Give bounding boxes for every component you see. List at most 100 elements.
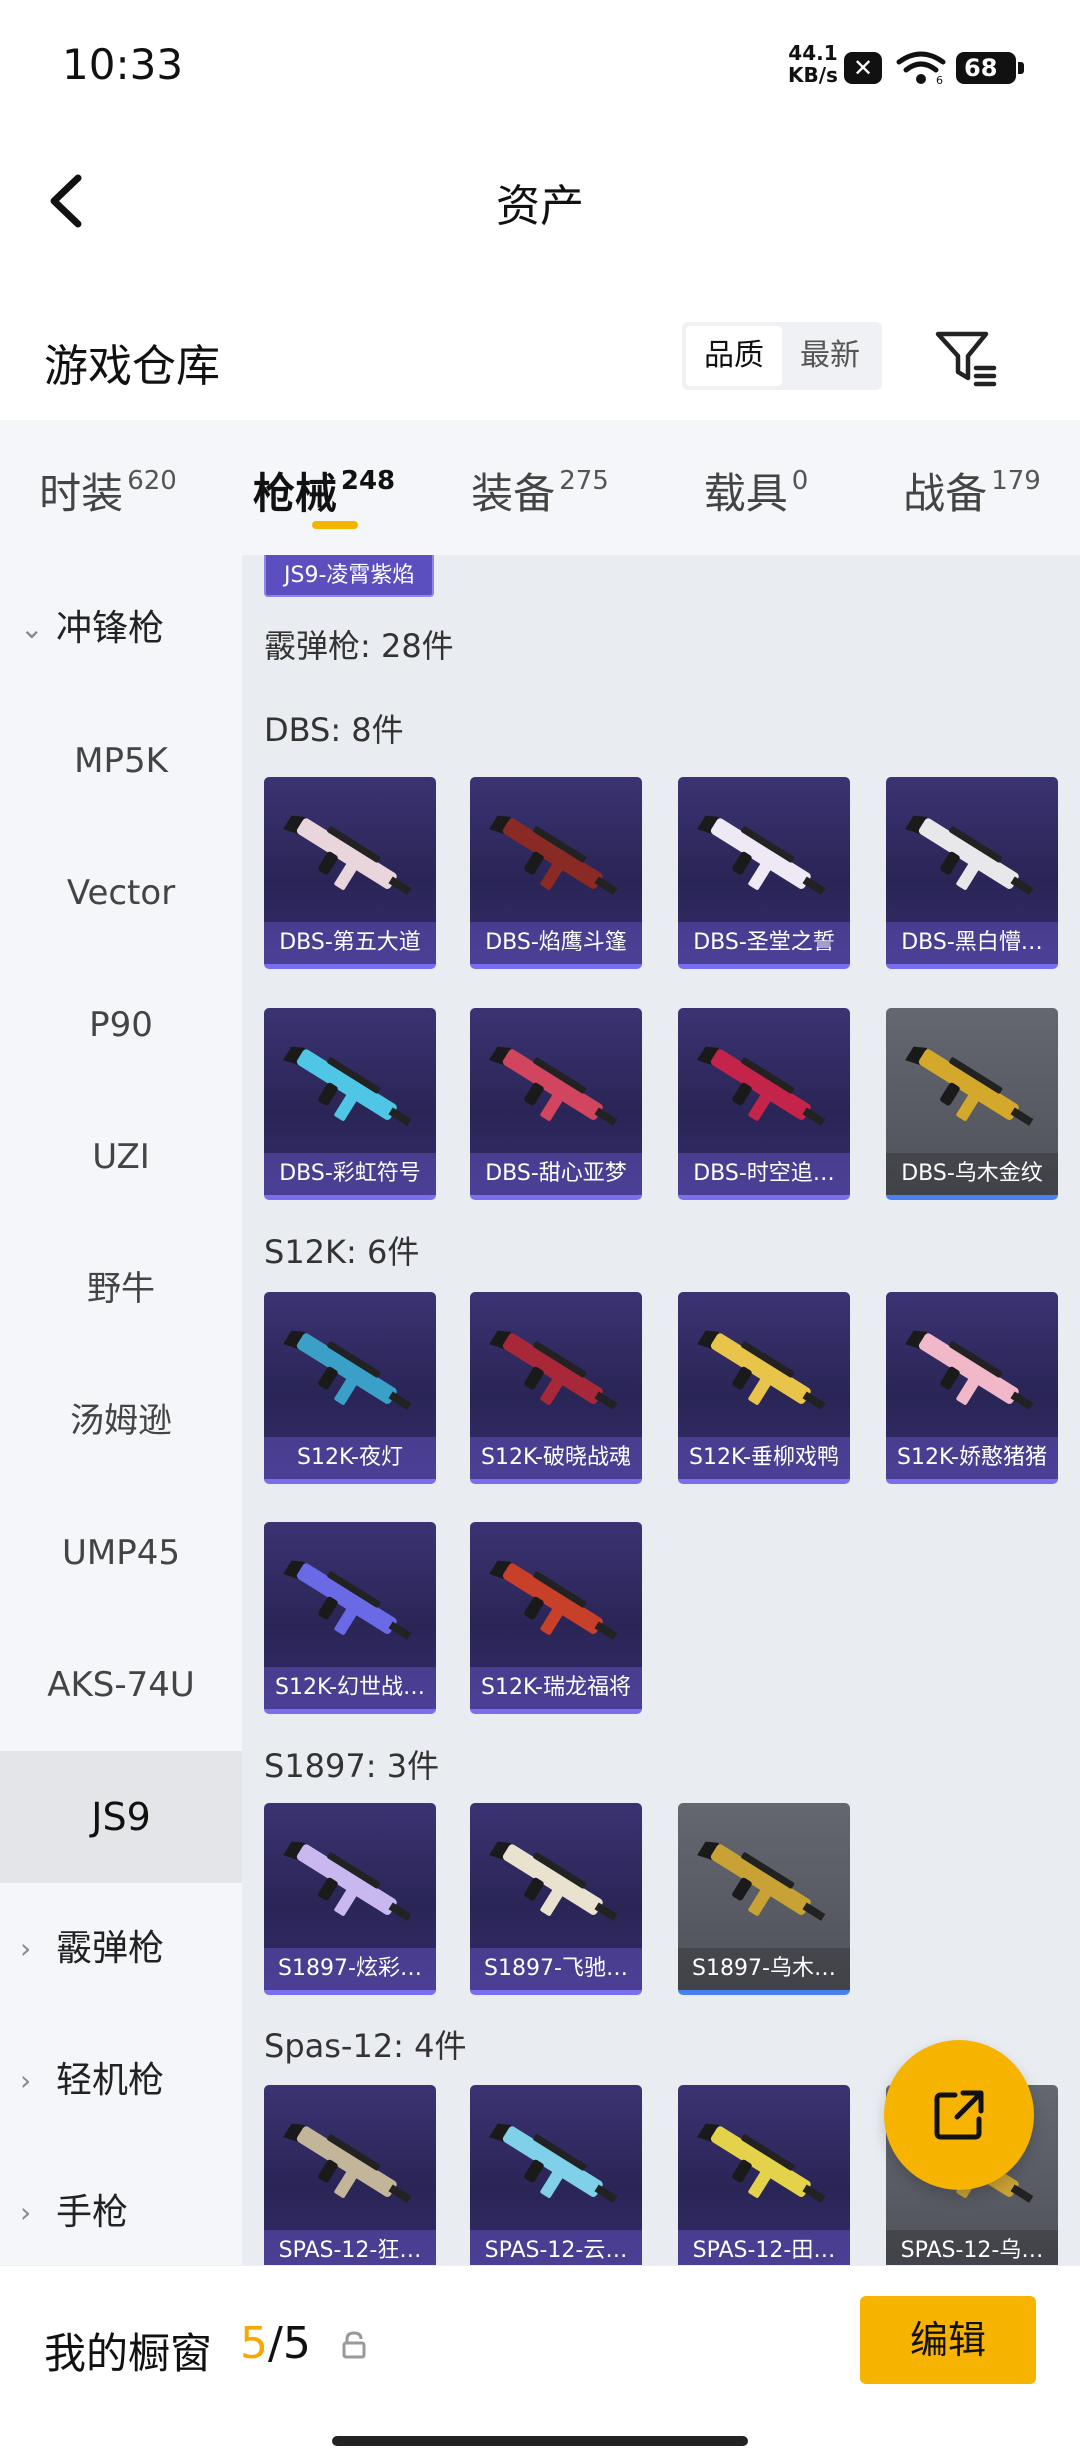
sidebar-item-label: 野牛 (87, 1269, 155, 1309)
weapon-skin-name: S12K-夜灯 (264, 1437, 436, 1479)
weapon-image (697, 2123, 826, 2203)
weapon-image (283, 1560, 412, 1640)
category-tab-label: 战备 (903, 469, 988, 518)
sidebar-group[interactable]: › 手枪 (0, 2147, 242, 2279)
weapon-skin-card[interactable]: S12K-瑞龙福将 (470, 1522, 642, 1714)
weapon-skin-card[interactable]: SPAS-12-田… (678, 2085, 850, 2265)
weapon-skin-card[interactable]: DBS-甜心亚梦 (470, 1008, 642, 1200)
sidebar-item-label: 轻机枪 (56, 2060, 165, 2101)
weapon-image (489, 2123, 618, 2203)
edit-button[interactable]: 编辑 (860, 2296, 1036, 2384)
weapon-skin-card[interactable]: DBS-第五大道 (264, 777, 436, 969)
sidebar-item-label: P90 (89, 1005, 153, 1045)
sort-newest-option[interactable]: 最新 (782, 326, 878, 386)
category-tab[interactable]: 装备 275 (432, 420, 648, 555)
weapon-skin-card[interactable]: DBS-焰鹰斗篷 (470, 777, 642, 969)
category-tab-count: 179 (991, 466, 1041, 496)
warehouse-header: 游戏仓库 品质 最新 (0, 300, 1080, 410)
sidebar-item[interactable]: AKS-74U (0, 1619, 242, 1751)
showcase-count-separator: / (268, 2318, 283, 2369)
sort-quality-option[interactable]: 品质 (686, 326, 782, 386)
weapon-skin-card[interactable]: S12K-幻世战… (264, 1522, 436, 1714)
warehouse-title: 游戏仓库 (44, 341, 220, 392)
category-tabs: 时装 620 枪械 248 装备 275 载具 0 战备 179 (0, 420, 1080, 555)
weapon-skin-name: DBS-彩虹符号 (264, 1153, 436, 1195)
weapon-skin-card[interactable]: S12K-娇憨猪猪 (886, 1292, 1058, 1484)
app-bar: 资产 (0, 130, 1080, 270)
weapon-skin-card[interactable]: DBS-圣堂之誓 (678, 777, 850, 969)
sidebar-group[interactable]: › 霰弹枪 (0, 1883, 242, 2015)
sidebar-item[interactable]: UZI (0, 1091, 242, 1223)
weapon-image (905, 1330, 1034, 1410)
section-heading: S1897: 3件 (264, 1747, 440, 1785)
weapon-skin-name: DBS-圣堂之誓 (678, 922, 850, 964)
category-tab[interactable]: 时装 620 (0, 420, 216, 555)
sidebar-item[interactable]: 汤姆逊 (0, 1355, 242, 1487)
weapon-image (697, 1046, 826, 1126)
weapon-skin-name: SPAS-12-狂… (264, 2230, 436, 2265)
weapon-skin-card[interactable]: S12K-垂柳戏鸭 (678, 1292, 850, 1484)
weapon-skin-card[interactable]: S1897-炫彩… (264, 1803, 436, 1995)
lock-icon (342, 2331, 366, 2359)
sidebar-item[interactable]: UMP45 (0, 1487, 242, 1619)
showcase-count-total: 5 (282, 2318, 311, 2369)
weapon-type-sidebar: ⌄ 冲锋枪 MP5K Vector P90 UZI 野牛汤姆逊 UMP45 AKS-74U JS9… (0, 555, 242, 2265)
weapon-image (489, 815, 618, 895)
previous-item-chip[interactable]: JS9-凌霄紫焰 (264, 555, 435, 597)
sidebar-item-label: Vector (66, 873, 176, 913)
sort-toggle: 品质 最新 (682, 322, 882, 390)
sidebar-item[interactable]: 野牛 (0, 1223, 242, 1355)
weapon-image (697, 1841, 826, 1921)
weapon-skin-name: S1897-炫彩… (264, 1948, 436, 1990)
weapon-skin-name: DBS-甜心亚梦 (470, 1153, 642, 1195)
sidebar-item[interactable]: JS9 (0, 1751, 242, 1883)
weapon-skin-card[interactable]: DBS-时空追… (678, 1008, 850, 1200)
sidebar-item[interactable]: P90 (0, 959, 242, 1091)
weapon-skin-name: DBS-黑白懵… (886, 922, 1058, 964)
weapon-skin-card[interactable]: SPAS-12-云… (470, 2085, 642, 2265)
weapon-skin-card[interactable]: DBS-彩虹符号 (264, 1008, 436, 1200)
page-title: 资产 (496, 181, 584, 232)
sidebar-item-label: UMP45 (62, 1533, 180, 1573)
weapon-image (283, 815, 412, 895)
weapon-image (283, 1330, 412, 1410)
weapon-skin-name: DBS-第五大道 (264, 922, 436, 964)
sidebar-item-label: 手枪 (56, 2192, 129, 2233)
weapon-image (283, 1046, 412, 1126)
section-heading: Spas-12: 4件 (264, 2027, 467, 2065)
category-tab-label: 载具 (703, 469, 788, 518)
weapon-skin-name: S12K-瑞龙福将 (470, 1667, 642, 1709)
sidebar-group[interactable]: › 轻机枪 (0, 2015, 242, 2147)
sidebar-group[interactable]: ⌄ 冲锋枪 (0, 563, 242, 695)
sidebar-item[interactable]: MP5K (0, 695, 242, 827)
weapon-skin-card[interactable]: S1897-乌木… (678, 1803, 850, 1995)
weapon-image (489, 1560, 618, 1640)
section-heading: DBS: 8件 (264, 711, 404, 749)
weapon-skin-name: SPAS-12-田… (678, 2230, 850, 2265)
weapon-skin-name: DBS-乌木金纹 (886, 1153, 1058, 1195)
weapon-image (905, 815, 1034, 895)
weapon-skin-card[interactable]: DBS-乌木金纹 (886, 1008, 1058, 1200)
category-tab[interactable]: 枪械 248 (216, 420, 432, 555)
weapon-skin-card[interactable]: S12K-夜灯 (264, 1292, 436, 1484)
weapon-skin-name: S1897-乌木… (678, 1948, 850, 1990)
home-indicator[interactable] (332, 2436, 748, 2446)
weapon-skin-card[interactable]: SPAS-12-狂… (264, 2085, 436, 2265)
section-heading: S12K: 6件 (264, 1233, 420, 1271)
sidebar-item[interactable]: Vector (0, 827, 242, 959)
weapon-skin-card[interactable]: S1897-飞驰… (470, 1803, 642, 1995)
weapon-image (283, 2123, 412, 2203)
weapon-skin-name: SPAS-12-云… (470, 2230, 642, 2265)
weapon-skin-card[interactable]: DBS-黑白懵… (886, 777, 1058, 969)
category-tab[interactable]: 战备 179 (864, 420, 1080, 555)
sidebar-item-label: 汤姆逊 (70, 1401, 172, 1441)
category-tab[interactable]: 载具 0 (648, 420, 864, 555)
network-speed-value: 44.1 (788, 41, 838, 65)
share-fab[interactable] (884, 2040, 1034, 2190)
sidebar-item-label: 冲锋枪 (56, 608, 165, 649)
status-bar: 10:33 44.1 KB/s ✕ 6 68 (0, 0, 1080, 130)
weapon-skin-card[interactable]: S12K-破晓战魂 (470, 1292, 642, 1484)
filter-icon[interactable] (930, 322, 1000, 392)
weapon-image (697, 815, 826, 895)
category-tab-count: 0 (791, 466, 809, 496)
